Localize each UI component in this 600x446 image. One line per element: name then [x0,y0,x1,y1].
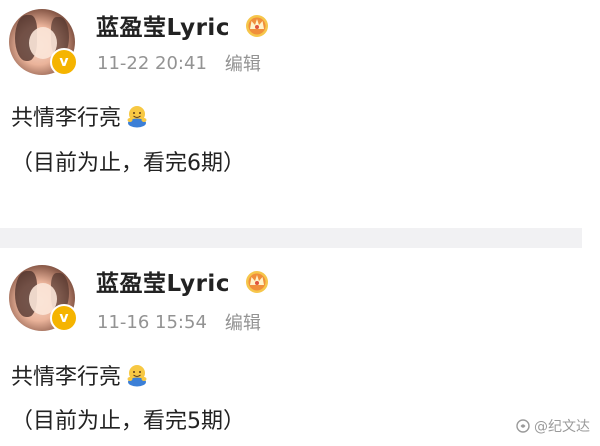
post-text-line1: 共情李行亮 [11,100,149,132]
hug-emoji-icon [127,365,147,387]
divider [0,228,582,248]
username[interactable]: 蓝盈莹Lyric [96,8,230,42]
post-timestamp: 11-22 20:41 [97,52,207,74]
post-card: v 蓝盈莹Lyric 11-22 20:41 编辑 共情李行亮 （目前为止，看完… [0,0,600,228]
post-timestamp: 11-16 15:54 [97,311,207,333]
avatar[interactable]: v [9,265,78,332]
hug-emoji-icon [127,106,147,128]
verified-badge-icon: v [50,304,78,332]
post-text: 共情李行亮 [11,365,122,390]
meta-row: 11-16 15:54 编辑 [97,309,261,335]
author-row: 蓝盈莹Lyric [96,8,270,42]
avatar[interactable]: v [9,9,78,76]
crown-icon [245,271,268,293]
author-row: 蓝盈莹Lyric [96,264,270,298]
verified-badge-icon: v [50,48,78,76]
edit-link[interactable]: 编辑 [225,50,261,76]
watermark-logo-icon [516,419,530,433]
post-text-line1: 共情李行亮 [11,359,149,391]
crown-icon [245,15,268,37]
username[interactable]: 蓝盈莹Lyric [96,264,230,298]
weibo-feed: v 蓝盈莹Lyric 11-22 20:41 编辑 共情李行亮 （目前为止，看完… [0,0,600,446]
meta-row: 11-22 20:41 编辑 [97,50,261,76]
edit-link[interactable]: 编辑 [225,309,261,335]
post-card: v 蓝盈莹Lyric 11-16 15:54 编辑 共情李行亮 （目前为止，看完… [0,248,600,446]
watermark: @纪文达 [516,416,590,436]
post-text: 共情李行亮 [11,106,122,131]
post-text-line2: （目前为止，看完5期） [11,409,245,434]
post-text-line2: （目前为止，看完6期） [11,151,245,176]
watermark-text: @纪文达 [534,419,590,435]
